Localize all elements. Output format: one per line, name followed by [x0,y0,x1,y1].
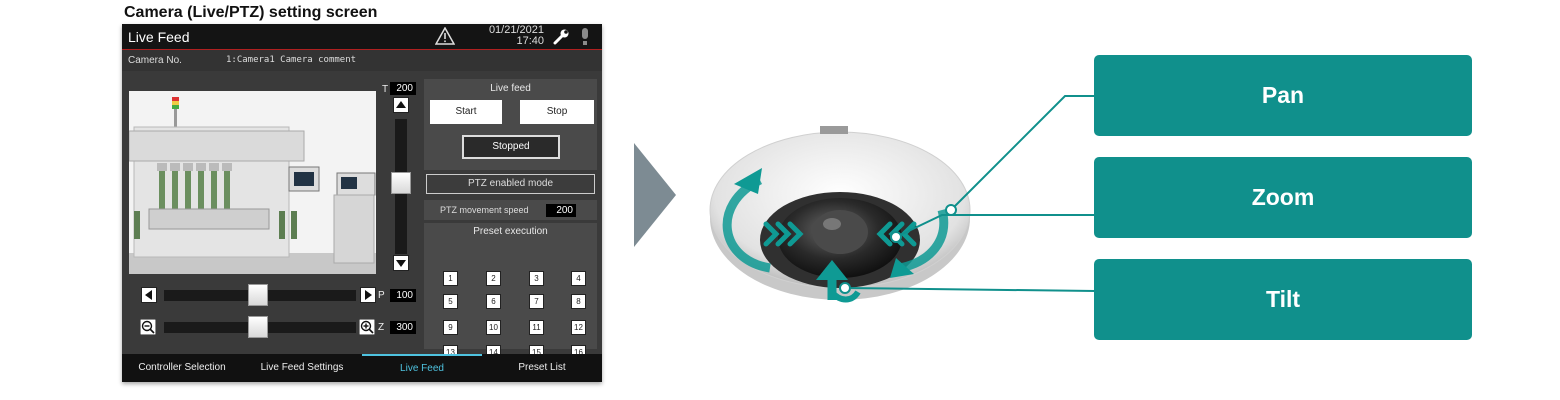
pan-left-button[interactable] [141,287,157,303]
pan-label: P [378,290,385,301]
live-feed-title: Live feed [490,83,531,94]
tab-preset-list[interactable]: Preset List [482,354,602,382]
hmi-screen: Live Feed 01/21/2021 17:40 Camera No. 1:… [122,24,602,382]
tab-live-feed-settings[interactable]: Live Feed Settings [242,354,362,382]
pan-slider-thumb[interactable] [248,284,268,306]
ptz-mode-button[interactable]: PTZ enabled mode [426,174,595,194]
pan-right-button[interactable] [360,287,376,303]
arrow-up-icon [396,101,406,108]
chevron-right-icon [634,143,676,247]
ptz-speed-row: PTZ movement speed 200 [424,200,597,220]
pan-callout: Pan [1094,55,1472,136]
zoom-callout: Zoom [1094,157,1472,238]
arrow-right-icon [365,290,372,300]
preset-button[interactable]: 6 [486,294,501,309]
status-indicator: Stopped [462,135,560,159]
live-feed-panel: Live feed Start Stop Stopped [424,79,597,170]
tilt-callout: Tilt [1094,259,1472,340]
tab-controller-selection[interactable]: Controller Selection [122,354,242,382]
preset-button[interactable]: 12 [571,320,586,335]
preset-button[interactable]: 11 [529,320,544,335]
header-bar: Live Feed 01/21/2021 17:40 [122,24,602,50]
tilt-value[interactable]: 200 [390,82,416,95]
camera-label: Camera No. [128,55,182,66]
tab-bar: Controller Selection Live Feed Settings Li… [122,354,602,382]
ptz-speed-label: PTZ movement speed [440,205,529,215]
camera-row: Camera No. 1:Camera1 Camera comment [122,50,602,71]
datetime: 01/21/2021 17:40 [484,25,544,47]
zoom-value[interactable]: 300 [390,321,416,334]
time-text: 17:40 [516,35,544,47]
stop-button[interactable]: Stop [520,100,594,124]
live-video [129,91,376,274]
ptz-camera-illustration [709,126,971,303]
ptz-speed-value[interactable]: 200 [546,204,576,217]
preset-panel: Preset execution 1 2 3 4 5 6 7 8 9 10 11 12 13 14 15 16 [424,223,597,360]
tab-live-feed[interactable]: Live Feed [362,354,482,382]
zoom-in-icon[interactable] [359,319,375,335]
page-title: Live Feed [128,29,190,45]
preset-title: Preset execution [473,226,548,237]
zoom-label: Z [378,322,385,333]
camera-value[interactable]: 1:Camera1 Camera comment [226,55,356,65]
zoom-slider-thumb[interactable] [248,316,268,338]
arrow-down-icon [396,260,406,267]
figure-caption: Camera (Live/PTZ) setting screen [124,4,378,21]
start-button[interactable]: Start [430,100,502,124]
tilt-label: T [382,84,389,95]
preset-button[interactable]: 8 [571,294,586,309]
preset-button[interactable]: 2 [486,271,501,286]
warning-icon[interactable] [435,27,455,45]
machine-image [129,91,376,274]
preset-button[interactable]: 3 [529,271,544,286]
arrow-left-icon [145,290,152,300]
tilt-down-button[interactable] [393,255,409,271]
wrench-icon[interactable] [553,28,570,45]
pan-value[interactable]: 100 [390,289,416,302]
preset-button[interactable]: 5 [443,294,458,309]
preset-button[interactable]: 7 [529,294,544,309]
status-lamp-icon [582,28,588,45]
zoom-out-icon[interactable] [140,319,156,335]
preset-button[interactable]: 1 [443,271,458,286]
preset-button[interactable]: 4 [571,271,586,286]
preset-button[interactable]: 10 [486,320,501,335]
tilt-slider-thumb[interactable] [391,172,411,194]
preset-button[interactable]: 9 [443,320,458,335]
tilt-up-button[interactable] [393,97,409,113]
